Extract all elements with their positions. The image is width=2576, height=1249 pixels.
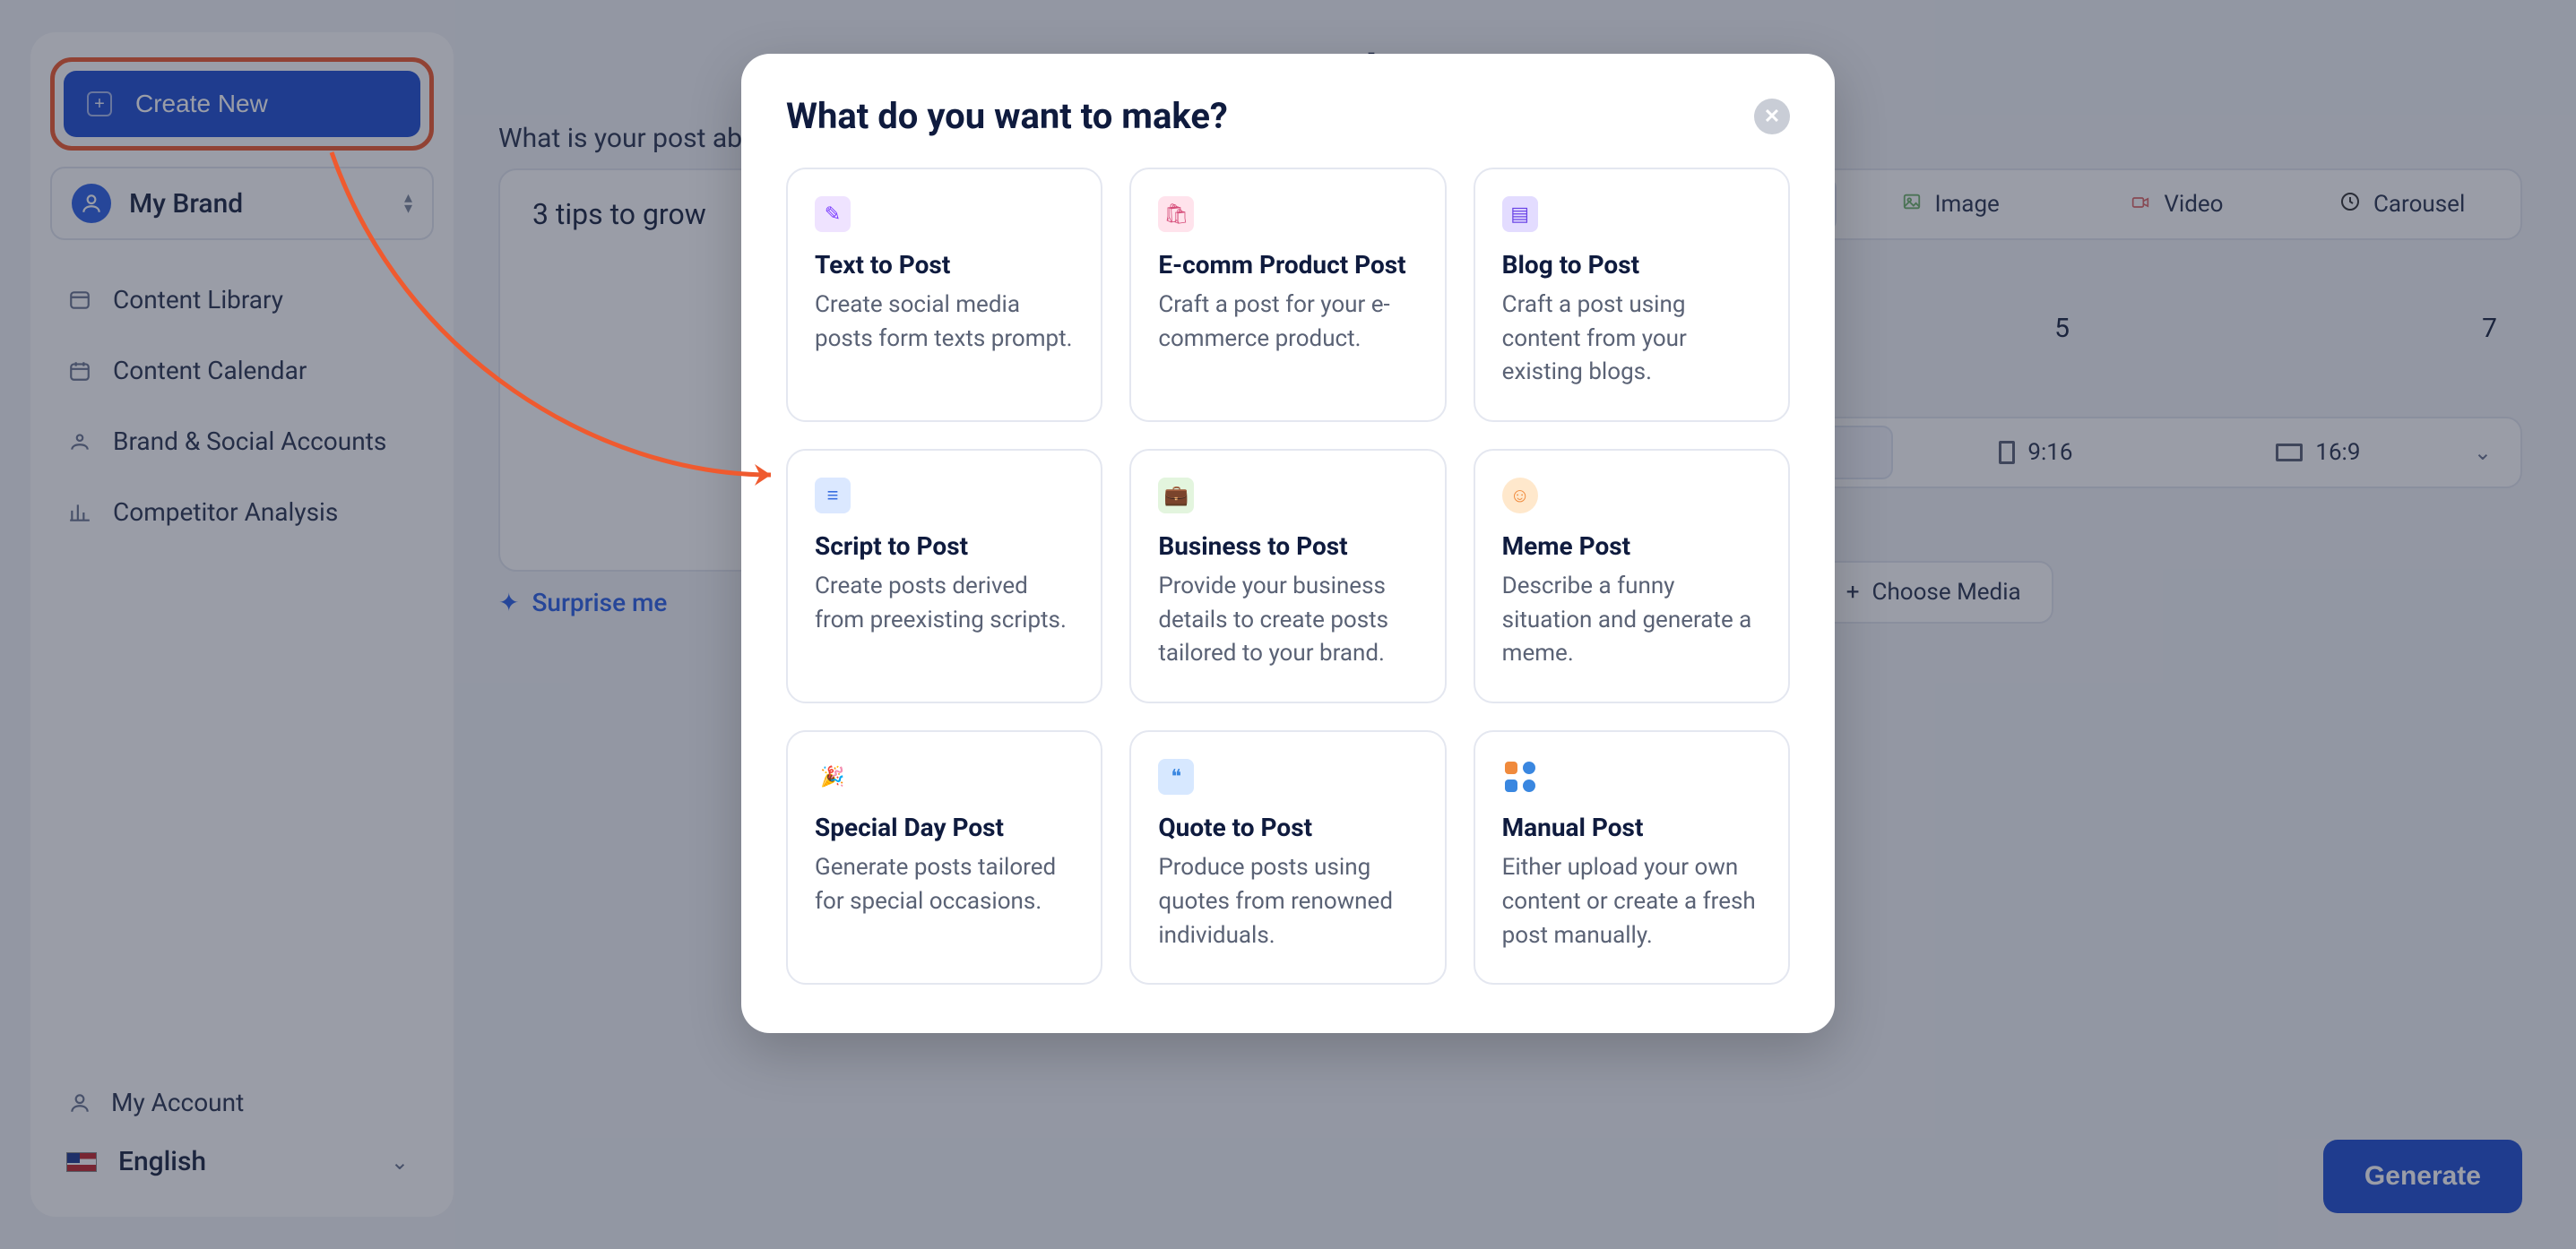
card-desc: Create social media posts form texts pro… [815, 289, 1074, 356]
card-title: Script to Post [815, 531, 1074, 561]
card-manual-post[interactable]: Manual Post Either upload your own conte… [1474, 730, 1790, 985]
card-title: Text to Post [815, 250, 1074, 280]
card-title: E-comm Product Post [1158, 250, 1417, 280]
card-business-to-post[interactable]: 💼 Business to Post Provide your business… [1129, 449, 1446, 703]
card-desc: Generate posts tailored for special occa… [815, 851, 1074, 918]
text-icon: ✎ [815, 196, 851, 232]
modal-title: What do you want to make? [786, 95, 1228, 137]
script-icon: ≡ [815, 478, 851, 513]
card-desc: Describe a funny situation and generate … [1502, 570, 1761, 671]
close-icon: ✕ [1764, 105, 1780, 128]
content-type-modal: What do you want to make? ✕ ✎ Text to Po… [741, 54, 1835, 1033]
card-title: Special Day Post [815, 813, 1074, 842]
card-special-day-post[interactable]: 🎉 Special Day Post Generate posts tailor… [786, 730, 1102, 985]
card-desc: Create posts derived from preexisting sc… [815, 570, 1074, 637]
card-title: Business to Post [1158, 531, 1417, 561]
grid-icon [1502, 759, 1538, 795]
card-ecomm-post[interactable]: 🛍 E-comm Product Post Craft a post for y… [1129, 168, 1446, 422]
ecomm-icon: 🛍 [1158, 196, 1194, 232]
quote-icon: ❝ [1158, 759, 1194, 795]
card-desc: Either upload your own content or create… [1502, 851, 1761, 952]
smile-icon: ☺ [1502, 478, 1538, 513]
confetti-icon: 🎉 [815, 759, 851, 795]
card-title: Quote to Post [1158, 813, 1417, 842]
card-text-to-post[interactable]: ✎ Text to Post Create social media posts… [786, 168, 1102, 422]
card-desc: Produce posts using quotes from renowned… [1158, 851, 1417, 952]
card-meme-post[interactable]: ☺ Meme Post Describe a funny situation a… [1474, 449, 1790, 703]
card-title: Blog to Post [1502, 250, 1761, 280]
card-desc: Provide your business details to create … [1158, 570, 1417, 671]
blog-icon: ▤ [1502, 196, 1538, 232]
card-blog-to-post[interactable]: ▤ Blog to Post Craft a post using conten… [1474, 168, 1790, 422]
card-title: Meme Post [1502, 531, 1761, 561]
card-title: Manual Post [1502, 813, 1761, 842]
close-button[interactable]: ✕ [1754, 99, 1790, 134]
card-quote-to-post[interactable]: ❝ Quote to Post Produce posts using quot… [1129, 730, 1446, 985]
briefcase-icon: 💼 [1158, 478, 1194, 513]
card-desc: Craft a post for your e-commerce product… [1158, 289, 1417, 356]
card-script-to-post[interactable]: ≡ Script to Post Create posts derived fr… [786, 449, 1102, 703]
card-desc: Craft a post using content from your exi… [1502, 289, 1761, 390]
